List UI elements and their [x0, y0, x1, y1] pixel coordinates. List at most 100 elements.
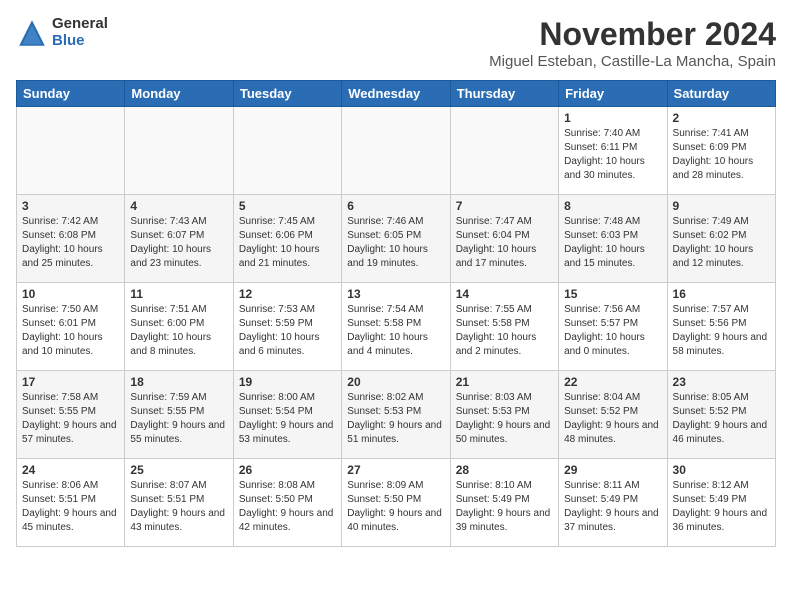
week-row-4: 17 Sunrise: 7:58 AM Sunset: 5:55 PM Dayli…	[17, 371, 776, 459]
day-cell: 23 Sunrise: 8:05 AM Sunset: 5:52 PM Dayli…	[667, 371, 775, 459]
day-info: Sunrise: 7:51 AM Sunset: 6:00 PM Dayligh…	[130, 303, 227, 359]
day-cell: 12 Sunrise: 7:53 AM Sunset: 5:59 PM Dayli…	[233, 283, 341, 371]
day-info: Sunrise: 7:53 AM Sunset: 5:59 PM Dayligh…	[239, 303, 336, 359]
day-info: Sunrise: 7:58 AM Sunset: 5:55 PM Dayligh…	[22, 391, 119, 447]
day-number: 3	[22, 199, 119, 213]
logo-icon	[16, 17, 48, 49]
day-info: Sunrise: 7:49 AM Sunset: 6:02 PM Dayligh…	[673, 215, 770, 271]
day-number: 29	[564, 463, 661, 477]
day-info: Sunrise: 7:57 AM Sunset: 5:56 PM Dayligh…	[673, 303, 770, 359]
day-info: Sunrise: 7:41 AM Sunset: 6:09 PM Dayligh…	[673, 127, 770, 183]
day-cell: 30 Sunrise: 8:12 AM Sunset: 5:49 PM Dayli…	[667, 459, 775, 547]
day-cell: 25 Sunrise: 8:07 AM Sunset: 5:51 PM Dayli…	[125, 459, 233, 547]
day-info: Sunrise: 7:50 AM Sunset: 6:01 PM Dayligh…	[22, 303, 119, 359]
weekday-tuesday: Tuesday	[233, 81, 341, 107]
month-title: November 2024	[489, 16, 776, 53]
day-number: 5	[239, 199, 336, 213]
day-cell	[17, 107, 125, 195]
location-title: Miguel Esteban, Castille-La Mancha, Spai…	[489, 53, 776, 70]
day-info: Sunrise: 7:55 AM Sunset: 5:58 PM Dayligh…	[456, 303, 553, 359]
day-number: 4	[130, 199, 227, 213]
day-info: Sunrise: 7:56 AM Sunset: 5:57 PM Dayligh…	[564, 303, 661, 359]
day-info: Sunrise: 8:09 AM Sunset: 5:50 PM Dayligh…	[347, 479, 444, 535]
day-number: 15	[564, 287, 661, 301]
day-info: Sunrise: 7:43 AM Sunset: 6:07 PM Dayligh…	[130, 215, 227, 271]
day-cell: 10 Sunrise: 7:50 AM Sunset: 6:01 PM Dayli…	[17, 283, 125, 371]
day-cell: 27 Sunrise: 8:09 AM Sunset: 5:50 PM Dayli…	[342, 459, 450, 547]
day-number: 9	[673, 199, 770, 213]
day-info: Sunrise: 7:46 AM Sunset: 6:05 PM Dayligh…	[347, 215, 444, 271]
day-info: Sunrise: 8:11 AM Sunset: 5:49 PM Dayligh…	[564, 479, 661, 535]
day-info: Sunrise: 8:00 AM Sunset: 5:54 PM Dayligh…	[239, 391, 336, 447]
week-row-5: 24Sunrise: 8:06 AM Sunset: 5:51 PM Dayli…	[17, 459, 776, 547]
day-number: 8	[564, 199, 661, 213]
page-header: General Blue November 2024 Miguel Esteba…	[16, 16, 776, 70]
calendar-table: SundayMondayTuesdayWednesdayThursdayFrid…	[16, 80, 776, 547]
day-number: 22	[564, 375, 661, 389]
day-cell: 13Sunrise: 7:54 AM Sunset: 5:58 PM Dayli…	[342, 283, 450, 371]
day-cell: 17 Sunrise: 7:58 AM Sunset: 5:55 PM Dayli…	[17, 371, 125, 459]
weekday-wednesday: Wednesday	[342, 81, 450, 107]
day-number: 12	[239, 287, 336, 301]
weekday-sunday: Sunday	[17, 81, 125, 107]
day-number: 14	[456, 287, 553, 301]
day-info: Sunrise: 7:42 AM Sunset: 6:08 PM Dayligh…	[22, 215, 119, 271]
day-number: 19	[239, 375, 336, 389]
day-info: Sunrise: 7:59 AM Sunset: 5:55 PM Dayligh…	[130, 391, 227, 447]
day-cell: 28Sunrise: 8:10 AM Sunset: 5:49 PM Dayli…	[450, 459, 558, 547]
day-number: 27	[347, 463, 444, 477]
logo-general: General	[52, 16, 108, 33]
title-block: November 2024 Miguel Esteban, Castille-L…	[489, 16, 776, 70]
day-number: 10	[22, 287, 119, 301]
day-cell: 1 Sunrise: 7:40 AM Sunset: 6:11 PM Daylig…	[559, 107, 667, 195]
day-cell: 4 Sunrise: 7:43 AM Sunset: 6:07 PM Daylig…	[125, 195, 233, 283]
day-number: 17	[22, 375, 119, 389]
day-cell: 2 Sunrise: 7:41 AM Sunset: 6:09 PM Daylig…	[667, 107, 775, 195]
day-number: 30	[673, 463, 770, 477]
logo-blue: Blue	[52, 33, 108, 50]
day-number: 24	[22, 463, 119, 477]
day-cell: 14 Sunrise: 7:55 AM Sunset: 5:58 PM Dayli…	[450, 283, 558, 371]
day-info: Sunrise: 8:12 AM Sunset: 5:49 PM Dayligh…	[673, 479, 770, 535]
day-info: Sunrise: 8:07 AM Sunset: 5:51 PM Dayligh…	[130, 479, 227, 535]
day-cell: 22 Sunrise: 8:04 AM Sunset: 5:52 PM Dayli…	[559, 371, 667, 459]
day-cell: 18 Sunrise: 7:59 AM Sunset: 5:55 PM Dayli…	[125, 371, 233, 459]
day-number: 25	[130, 463, 227, 477]
day-number: 20	[347, 375, 444, 389]
day-info: Sunrise: 8:08 AM Sunset: 5:50 PM Dayligh…	[239, 479, 336, 535]
week-row-2: 3 Sunrise: 7:42 AM Sunset: 6:08 PM Daylig…	[17, 195, 776, 283]
weekday-monday: Monday	[125, 81, 233, 107]
day-cell	[125, 107, 233, 195]
day-number: 6	[347, 199, 444, 213]
day-info: Sunrise: 7:40 AM Sunset: 6:11 PM Dayligh…	[564, 127, 661, 183]
week-row-1: 1 Sunrise: 7:40 AM Sunset: 6:11 PM Daylig…	[17, 107, 776, 195]
day-cell: 29 Sunrise: 8:11 AM Sunset: 5:49 PM Dayli…	[559, 459, 667, 547]
day-cell: 24Sunrise: 8:06 AM Sunset: 5:51 PM Dayli…	[17, 459, 125, 547]
day-number: 16	[673, 287, 770, 301]
day-number: 23	[673, 375, 770, 389]
day-info: Sunrise: 7:48 AM Sunset: 6:03 PM Dayligh…	[564, 215, 661, 271]
day-number: 13	[347, 287, 444, 301]
weekday-saturday: Saturday	[667, 81, 775, 107]
day-cell	[233, 107, 341, 195]
day-info: Sunrise: 8:04 AM Sunset: 5:52 PM Dayligh…	[564, 391, 661, 447]
day-info: Sunrise: 7:47 AM Sunset: 6:04 PM Dayligh…	[456, 215, 553, 271]
day-number: 26	[239, 463, 336, 477]
day-cell: 15 Sunrise: 7:56 AM Sunset: 5:57 PM Dayli…	[559, 283, 667, 371]
day-cell: 11 Sunrise: 7:51 AM Sunset: 6:00 PM Dayli…	[125, 283, 233, 371]
logo-text: General Blue	[52, 16, 108, 49]
day-number: 2	[673, 111, 770, 125]
day-number: 18	[130, 375, 227, 389]
day-info: Sunrise: 8:10 AM Sunset: 5:49 PM Dayligh…	[456, 479, 553, 535]
day-cell: 16 Sunrise: 7:57 AM Sunset: 5:56 PM Dayli…	[667, 283, 775, 371]
day-number: 21	[456, 375, 553, 389]
weekday-friday: Friday	[559, 81, 667, 107]
day-info: Sunrise: 8:05 AM Sunset: 5:52 PM Dayligh…	[673, 391, 770, 447]
week-row-3: 10 Sunrise: 7:50 AM Sunset: 6:01 PM Dayli…	[17, 283, 776, 371]
day-number: 11	[130, 287, 227, 301]
day-cell: 19 Sunrise: 8:00 AM Sunset: 5:54 PM Dayli…	[233, 371, 341, 459]
day-cell: 26 Sunrise: 8:08 AM Sunset: 5:50 PM Dayli…	[233, 459, 341, 547]
day-cell: 20Sunrise: 8:02 AM Sunset: 5:53 PM Dayli…	[342, 371, 450, 459]
logo: General Blue	[16, 16, 108, 49]
day-number: 1	[564, 111, 661, 125]
